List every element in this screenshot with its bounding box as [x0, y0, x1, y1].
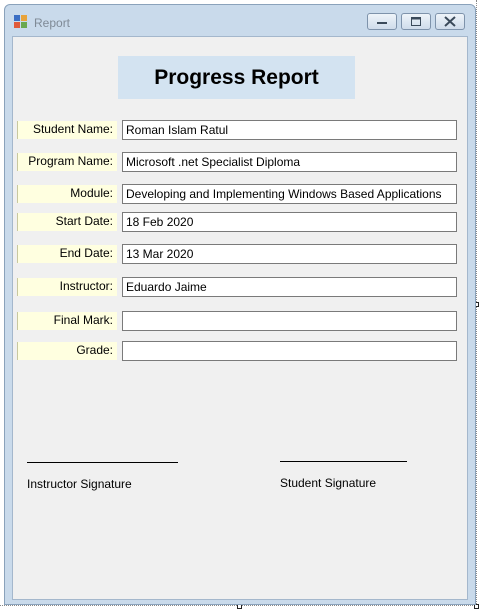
report-heading: Progress Report: [118, 56, 355, 99]
title-bar[interactable]: Report: [5, 5, 475, 37]
instructor-signature-line: [27, 462, 178, 463]
module-field[interactable]: [122, 184, 457, 204]
instructor-signature-label: Instructor Signature: [27, 477, 132, 491]
end-date-field[interactable]: [122, 244, 457, 264]
final-mark-label: Final Mark:: [17, 312, 117, 330]
maximize-icon: [411, 17, 421, 26]
report-window: Report Progress Report Student Name: Pro…: [4, 4, 476, 605]
instructor-label: Instructor:: [17, 278, 117, 296]
start-date-field[interactable]: [122, 212, 457, 232]
module-label: Module:: [17, 185, 117, 203]
instructor-field[interactable]: [122, 277, 457, 297]
app-icon: [14, 15, 28, 29]
grade-field[interactable]: [122, 341, 457, 361]
close-icon: [444, 16, 456, 27]
maximize-button[interactable]: [401, 13, 431, 30]
student-name-label: Student Name:: [17, 121, 117, 139]
close-button[interactable]: [435, 13, 465, 30]
minimize-button[interactable]: [367, 13, 397, 30]
window-title: Report: [34, 16, 71, 30]
form-client-area: Progress Report Student Name: Program Na…: [12, 36, 468, 600]
student-signature-line: [280, 461, 407, 462]
program-name-field[interactable]: [122, 152, 457, 172]
end-date-label: End Date:: [17, 245, 117, 263]
student-name-field[interactable]: [122, 120, 457, 140]
final-mark-field[interactable]: [122, 311, 457, 331]
grade-label: Grade:: [17, 342, 117, 360]
start-date-label: Start Date:: [17, 213, 117, 231]
student-signature-label: Student Signature: [280, 476, 377, 490]
minimize-icon: [377, 22, 387, 24]
program-name-label: Program Name:: [17, 153, 117, 171]
